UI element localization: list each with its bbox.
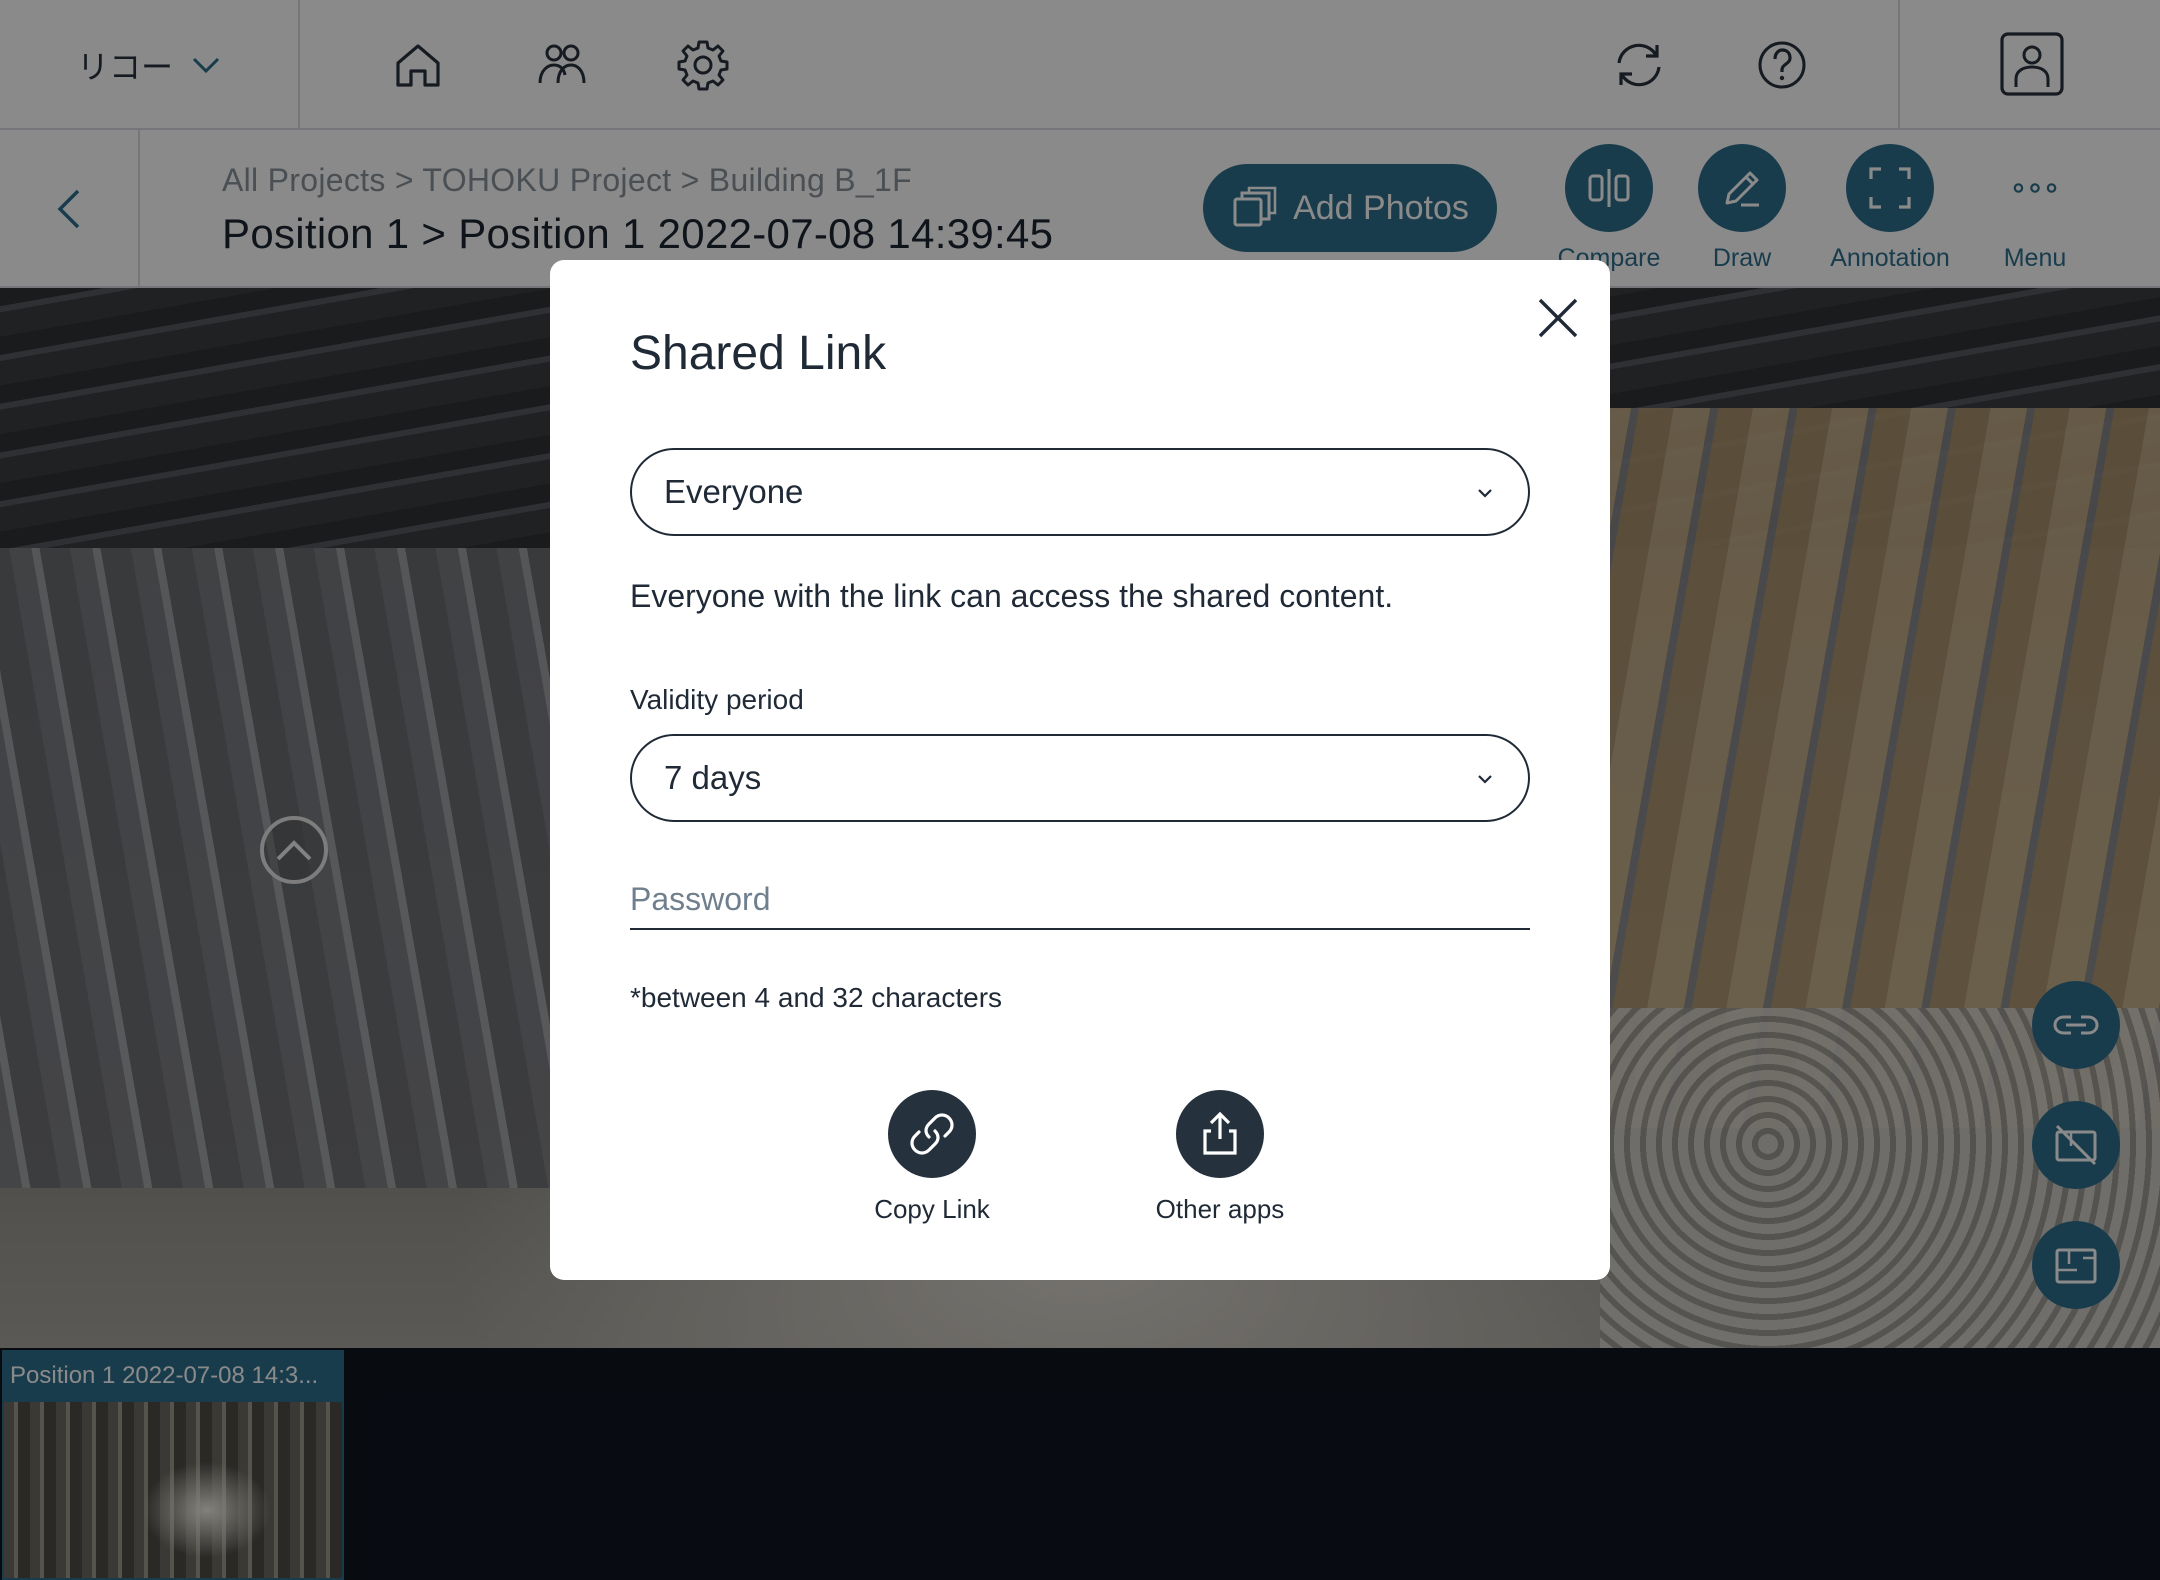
close-button[interactable] bbox=[1530, 290, 1586, 346]
validity-select[interactable]: 7 days bbox=[630, 734, 1530, 822]
validity-selected: 7 days bbox=[664, 759, 762, 796]
share-icon bbox=[1203, 1111, 1237, 1155]
password-hint: *between 4 and 32 characters bbox=[630, 982, 1003, 1013]
copy-link-label: Copy Link bbox=[874, 1194, 990, 1224]
audience-description: Everyone with the link can access the sh… bbox=[630, 578, 1394, 614]
audience-selected: Everyone bbox=[664, 473, 804, 510]
dialog-title: Shared Link bbox=[630, 327, 887, 380]
chevron-down-icon bbox=[1478, 775, 1492, 784]
validity-label: Validity period bbox=[630, 684, 804, 715]
copy-link-button[interactable]: Copy Link bbox=[842, 1090, 1022, 1225]
other-apps-button[interactable]: Other apps bbox=[1130, 1090, 1310, 1225]
audience-select[interactable]: Everyone bbox=[630, 448, 1530, 536]
close-icon bbox=[1538, 298, 1578, 338]
link-icon bbox=[910, 1113, 954, 1155]
chevron-down-icon bbox=[1478, 489, 1492, 498]
shared-link-dialog: Shared Link Everyone Everyone with the l… bbox=[550, 260, 1610, 1280]
password-input[interactable] bbox=[630, 870, 1530, 930]
other-apps-label: Other apps bbox=[1155, 1194, 1285, 1224]
